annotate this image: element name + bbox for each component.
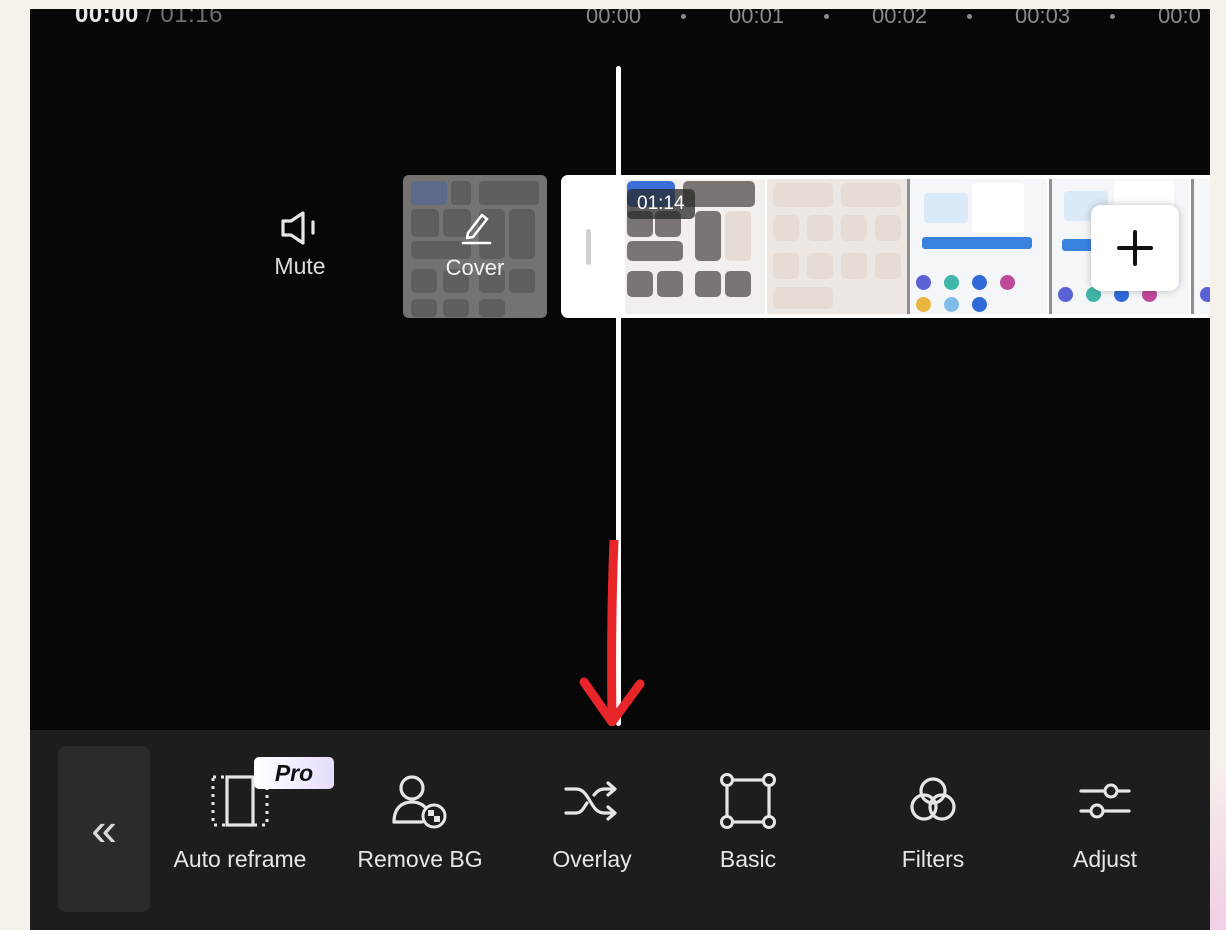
- add-clip-button[interactable]: [1091, 205, 1179, 291]
- filters-label: Filters: [901, 846, 965, 872]
- ruler-mark: 00:00: [586, 9, 729, 29]
- auto-reframe-label: Auto reframe: [173, 846, 307, 872]
- mute-button[interactable]: Mute: [262, 209, 338, 280]
- basic-button[interactable]: Basic: [658, 766, 838, 873]
- remove-bg-label: Remove BG: [357, 846, 483, 872]
- cover-button[interactable]: Cover: [403, 175, 547, 318]
- timeline-ruler[interactable]: 00:00 00:01 00:02 00:03 00:0: [586, 9, 1210, 31]
- remove-bg-icon: [392, 775, 447, 829]
- speaker-icon: [281, 211, 315, 245]
- clip-frame: [907, 179, 1047, 314]
- remove-bg-button[interactable]: Remove BG: [330, 766, 510, 873]
- basic-label: Basic: [719, 846, 777, 872]
- edit-pencil-icon: [461, 213, 492, 245]
- adjust-sliders-icon: [1079, 783, 1131, 819]
- clip-frame: [1191, 179, 1210, 314]
- ruler-mark: 00:02: [872, 9, 1015, 29]
- clip-frame: [767, 179, 907, 314]
- bottom-toolbar: « Auto reframe Pro Remove BG Overlay Bas…: [30, 730, 1210, 930]
- mute-label: Mute: [274, 253, 326, 279]
- collapse-toolbar-button[interactable]: «: [58, 746, 150, 912]
- double-chevron-left-icon: «: [91, 803, 117, 855]
- filters-button[interactable]: Filters: [843, 766, 1023, 873]
- plus-icon: [1117, 230, 1153, 266]
- cover-label: Cover: [445, 255, 505, 280]
- ruler-mark: 00:01: [729, 9, 872, 29]
- clip-trim-handle[interactable]: [586, 229, 591, 265]
- clip-duration-badge: 01:14: [627, 189, 695, 219]
- video-clip-track[interactable]: 01:14: [561, 175, 1210, 318]
- video-editor-screen: 00:00 / 01:16 00:00 00:01 00:02 00:03 00…: [30, 9, 1210, 930]
- pro-badge: Pro: [254, 757, 334, 789]
- background-edge: [1210, 760, 1226, 930]
- adjust-label: Adjust: [1073, 846, 1137, 872]
- overlay-shuffle-icon: [564, 781, 617, 821]
- current-time: 00:00: [75, 9, 139, 28]
- adjust-button[interactable]: Adjust: [1015, 766, 1195, 873]
- overlay-button[interactable]: Overlay: [502, 766, 682, 873]
- total-time: / 01:16: [138, 9, 223, 28]
- basic-square-icon: [720, 773, 776, 829]
- red-arrow-annotation: [579, 540, 645, 726]
- overlay-label: Overlay: [552, 846, 632, 872]
- ruler-mark: 00:03: [1015, 9, 1158, 29]
- playback-time: 00:00 / 01:16: [75, 9, 223, 29]
- filters-icon: [910, 777, 956, 821]
- ruler-mark: 00:0: [1158, 9, 1201, 28]
